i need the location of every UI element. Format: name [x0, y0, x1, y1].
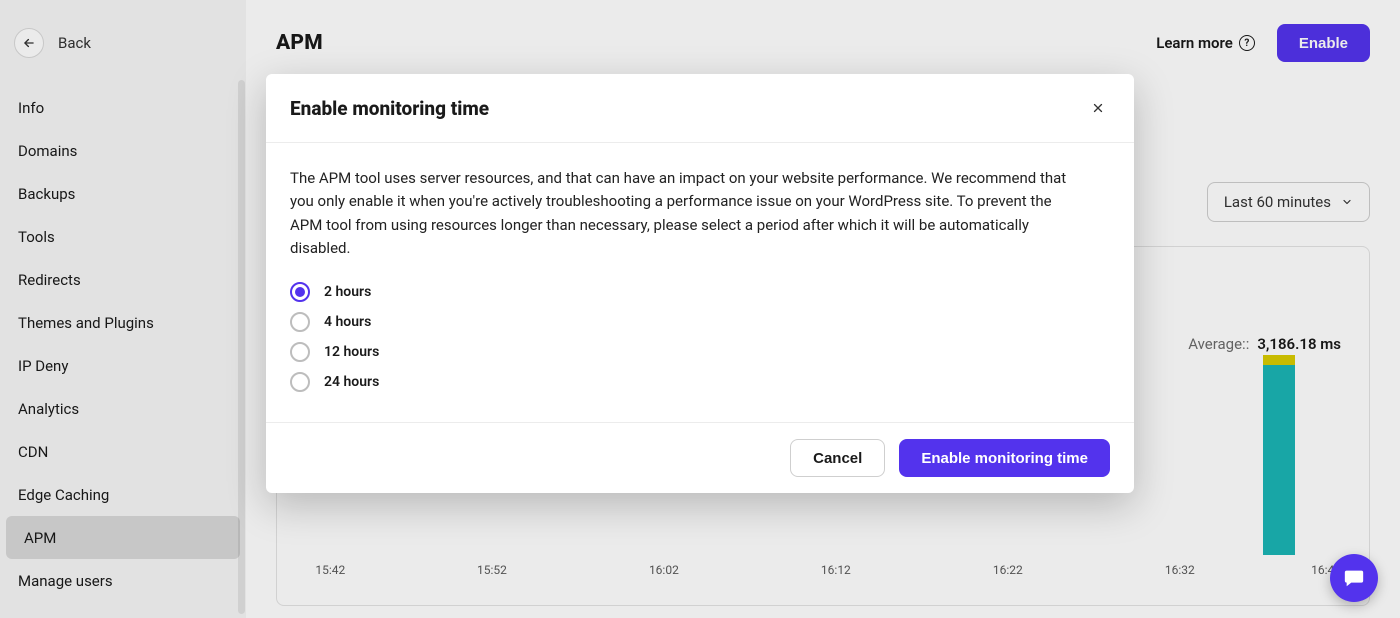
close-icon — [1091, 101, 1105, 115]
confirm-enable-button[interactable]: Enable monitoring time — [899, 439, 1110, 477]
radio-12-hours[interactable]: 12 hours — [290, 342, 1110, 362]
modal-overlay[interactable]: Enable monitoring time The APM tool uses… — [0, 0, 1400, 618]
modal: Enable monitoring time The APM tool uses… — [266, 74, 1134, 493]
cancel-button-label: Cancel — [813, 450, 862, 467]
confirm-enable-button-label: Enable monitoring time — [921, 450, 1088, 467]
duration-radio-group: 2 hours 4 hours 12 hours 24 hours — [290, 282, 1110, 392]
radio-label: 2 hours — [324, 284, 371, 300]
radio-label: 12 hours — [324, 344, 379, 360]
modal-body: The APM tool uses server resources, and … — [266, 143, 1134, 422]
modal-description: The APM tool uses server resources, and … — [290, 167, 1082, 260]
radio-24-hours[interactable]: 24 hours — [290, 372, 1110, 392]
chat-icon — [1343, 567, 1365, 589]
close-button[interactable] — [1086, 96, 1110, 120]
radio-indicator — [290, 342, 310, 362]
radio-indicator — [290, 282, 310, 302]
radio-4-hours[interactable]: 4 hours — [290, 312, 1110, 332]
cancel-button[interactable]: Cancel — [790, 439, 885, 477]
radio-2-hours[interactable]: 2 hours — [290, 282, 1110, 302]
modal-title: Enable monitoring time — [290, 97, 489, 120]
radio-label: 24 hours — [324, 374, 379, 390]
modal-header: Enable monitoring time — [266, 74, 1134, 143]
radio-indicator — [290, 372, 310, 392]
radio-label: 4 hours — [324, 314, 371, 330]
radio-indicator — [290, 312, 310, 332]
chat-launcher[interactable] — [1330, 554, 1378, 602]
modal-footer: Cancel Enable monitoring time — [266, 422, 1134, 493]
